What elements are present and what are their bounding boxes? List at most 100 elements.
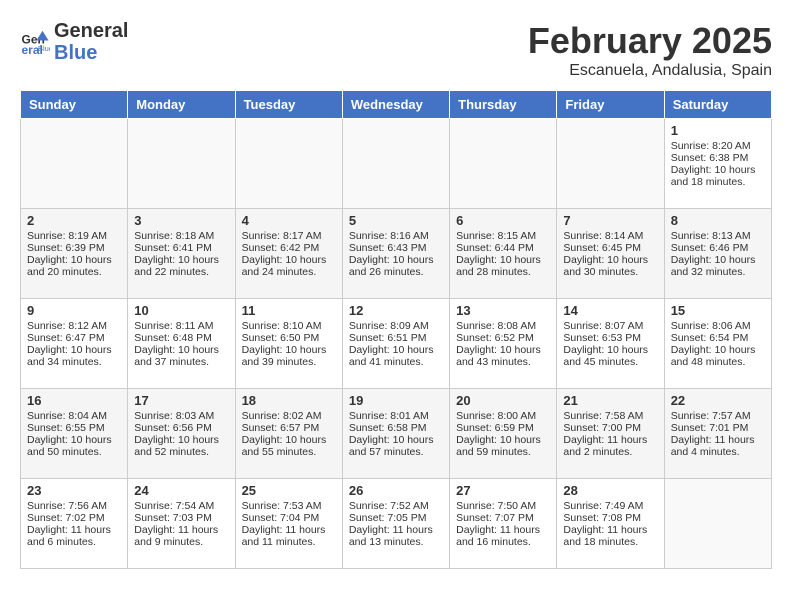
calendar-cell: 20Sunrise: 8:00 AMSunset: 6:59 PMDayligh… bbox=[450, 389, 557, 479]
sunrise-text: Sunrise: 8:09 AM bbox=[349, 320, 443, 332]
sunset-text: Sunset: 6:46 PM bbox=[671, 242, 765, 254]
logo-icon: Gen eral Blue bbox=[20, 27, 50, 57]
calendar-cell: 22Sunrise: 7:57 AMSunset: 7:01 PMDayligh… bbox=[664, 389, 771, 479]
daylight-text: Daylight: 10 hours and 50 minutes. bbox=[27, 434, 121, 458]
col-header-friday: Friday bbox=[557, 91, 664, 119]
sunrise-text: Sunrise: 8:13 AM bbox=[671, 230, 765, 242]
sunrise-text: Sunrise: 8:00 AM bbox=[456, 410, 550, 422]
day-number: 19 bbox=[349, 393, 443, 408]
col-header-saturday: Saturday bbox=[664, 91, 771, 119]
daylight-text: Daylight: 10 hours and 57 minutes. bbox=[349, 434, 443, 458]
sunrise-text: Sunrise: 8:16 AM bbox=[349, 230, 443, 242]
calendar-cell: 3Sunrise: 8:18 AMSunset: 6:41 PMDaylight… bbox=[128, 209, 235, 299]
day-number: 10 bbox=[134, 303, 228, 318]
sunset-text: Sunset: 7:05 PM bbox=[349, 512, 443, 524]
calendar-cell: 6Sunrise: 8:15 AMSunset: 6:44 PMDaylight… bbox=[450, 209, 557, 299]
sunrise-text: Sunrise: 8:14 AM bbox=[563, 230, 657, 242]
calendar-cell: 7Sunrise: 8:14 AMSunset: 6:45 PMDaylight… bbox=[557, 209, 664, 299]
calendar-cell: 23Sunrise: 7:56 AMSunset: 7:02 PMDayligh… bbox=[21, 479, 128, 569]
location-subtitle: Escanuela, Andalusia, Spain bbox=[528, 62, 772, 80]
week-row-5: 23 Sunrise: 7:56 AMSunset: 7:02 PM Dayligh… bbox=[21, 479, 772, 569]
sunset-text: Sunset: 6:52 PM bbox=[456, 332, 550, 344]
sunrise-text: Sunrise: 8:15 AM bbox=[456, 230, 550, 242]
sunset-text: Sunset: 7:08 PM bbox=[563, 512, 657, 524]
sunrise-text: Sunrise: 8:11 AM bbox=[134, 320, 228, 332]
calendar-cell bbox=[664, 479, 771, 569]
day-number: 21 bbox=[563, 393, 657, 408]
sunset-text: Sunset: 6:53 PM bbox=[563, 332, 657, 344]
calendar-cell: 10Sunrise: 8:11 AMSunset: 6:48 PMDayligh… bbox=[128, 299, 235, 389]
sunset-text: Sunset: 6:43 PM bbox=[349, 242, 443, 254]
sunrise-text: Sunrise: 8:02 AM bbox=[242, 410, 336, 422]
daylight-text: Daylight: 11 hours and 2 minutes. bbox=[563, 434, 657, 458]
day-number: 15 bbox=[671, 303, 765, 318]
day-number: 27 bbox=[456, 483, 550, 498]
calendar-cell: 27Sunrise: 7:50 AMSunset: 7:07 PMDayligh… bbox=[450, 479, 557, 569]
day-number: 28 bbox=[563, 483, 657, 498]
calendar-header-row: SundayMondayTuesdayWednesdayThursdayFrid… bbox=[21, 91, 772, 119]
sunrise-text: Sunrise: 7:50 AM bbox=[456, 500, 550, 512]
calendar-table: SundayMondayTuesdayWednesdayThursdayFrid… bbox=[20, 90, 772, 569]
calendar-cell: 19Sunrise: 8:01 AMSunset: 6:58 PMDayligh… bbox=[342, 389, 449, 479]
sunrise-text: Sunrise: 8:18 AM bbox=[134, 230, 228, 242]
sunrise-text: Sunrise: 8:20 AM bbox=[671, 140, 765, 152]
day-number: 8 bbox=[671, 213, 765, 228]
sunset-text: Sunset: 6:45 PM bbox=[563, 242, 657, 254]
sunset-text: Sunset: 6:48 PM bbox=[134, 332, 228, 344]
calendar-cell: 18Sunrise: 8:02 AMSunset: 6:57 PMDayligh… bbox=[235, 389, 342, 479]
sunset-text: Sunset: 6:44 PM bbox=[456, 242, 550, 254]
sunrise-text: Sunrise: 8:08 AM bbox=[456, 320, 550, 332]
daylight-text: Daylight: 11 hours and 18 minutes. bbox=[563, 524, 657, 548]
col-header-wednesday: Wednesday bbox=[342, 91, 449, 119]
day-number: 22 bbox=[671, 393, 765, 408]
day-number: 1 bbox=[671, 123, 765, 138]
sunrise-text: Sunrise: 7:56 AM bbox=[27, 500, 121, 512]
sunrise-text: Sunrise: 8:12 AM bbox=[27, 320, 121, 332]
col-header-thursday: Thursday bbox=[450, 91, 557, 119]
daylight-text: Daylight: 11 hours and 4 minutes. bbox=[671, 434, 765, 458]
day-number: 16 bbox=[27, 393, 121, 408]
daylight-text: Daylight: 10 hours and 26 minutes. bbox=[349, 254, 443, 278]
day-number: 5 bbox=[349, 213, 443, 228]
sunrise-text: Sunrise: 7:54 AM bbox=[134, 500, 228, 512]
day-number: 7 bbox=[563, 213, 657, 228]
logo-blue: Blue bbox=[54, 42, 97, 64]
calendar-cell: 9Sunrise: 8:12 AMSunset: 6:47 PMDaylight… bbox=[21, 299, 128, 389]
sunset-text: Sunset: 7:00 PM bbox=[563, 422, 657, 434]
sunset-text: Sunset: 6:50 PM bbox=[242, 332, 336, 344]
daylight-text: Daylight: 10 hours and 59 minutes. bbox=[456, 434, 550, 458]
sunset-text: Sunset: 6:38 PM bbox=[671, 152, 765, 164]
calendar-cell: 4Sunrise: 8:17 AMSunset: 6:42 PMDaylight… bbox=[235, 209, 342, 299]
daylight-text: Daylight: 11 hours and 11 minutes. bbox=[242, 524, 336, 548]
calendar-cell: 1Sunrise: 8:20 AMSunset: 6:38 PMDaylight… bbox=[664, 119, 771, 209]
day-number: 24 bbox=[134, 483, 228, 498]
sunset-text: Sunset: 6:55 PM bbox=[27, 422, 121, 434]
daylight-text: Daylight: 10 hours and 32 minutes. bbox=[671, 254, 765, 278]
calendar-cell: 17Sunrise: 8:03 AMSunset: 6:56 PMDayligh… bbox=[128, 389, 235, 479]
daylight-text: Daylight: 10 hours and 48 minutes. bbox=[671, 344, 765, 368]
daylight-text: Daylight: 10 hours and 39 minutes. bbox=[242, 344, 336, 368]
sunset-text: Sunset: 6:47 PM bbox=[27, 332, 121, 344]
logo: Gen eral Blue General Blue bbox=[20, 20, 128, 64]
calendar-cell bbox=[557, 119, 664, 209]
svg-text:Blue: Blue bbox=[38, 44, 50, 53]
sunset-text: Sunset: 6:57 PM bbox=[242, 422, 336, 434]
col-header-sunday: Sunday bbox=[21, 91, 128, 119]
sunrise-text: Sunrise: 8:06 AM bbox=[671, 320, 765, 332]
day-number: 23 bbox=[27, 483, 121, 498]
day-number: 11 bbox=[242, 303, 336, 318]
sunset-text: Sunset: 7:02 PM bbox=[27, 512, 121, 524]
sunset-text: Sunset: 7:01 PM bbox=[671, 422, 765, 434]
sunrise-text: Sunrise: 8:17 AM bbox=[242, 230, 336, 242]
day-number: 13 bbox=[456, 303, 550, 318]
sunrise-text: Sunrise: 7:58 AM bbox=[563, 410, 657, 422]
sunrise-text: Sunrise: 7:53 AM bbox=[242, 500, 336, 512]
sunrise-text: Sunrise: 8:03 AM bbox=[134, 410, 228, 422]
month-year-title: February 2025 bbox=[528, 20, 772, 62]
sunrise-text: Sunrise: 8:19 AM bbox=[27, 230, 121, 242]
title-section: February 2025 Escanuela, Andalusia, Spai… bbox=[528, 20, 772, 80]
sunset-text: Sunset: 6:59 PM bbox=[456, 422, 550, 434]
sunset-text: Sunset: 7:03 PM bbox=[134, 512, 228, 524]
daylight-text: Daylight: 11 hours and 13 minutes. bbox=[349, 524, 443, 548]
sunset-text: Sunset: 7:04 PM bbox=[242, 512, 336, 524]
